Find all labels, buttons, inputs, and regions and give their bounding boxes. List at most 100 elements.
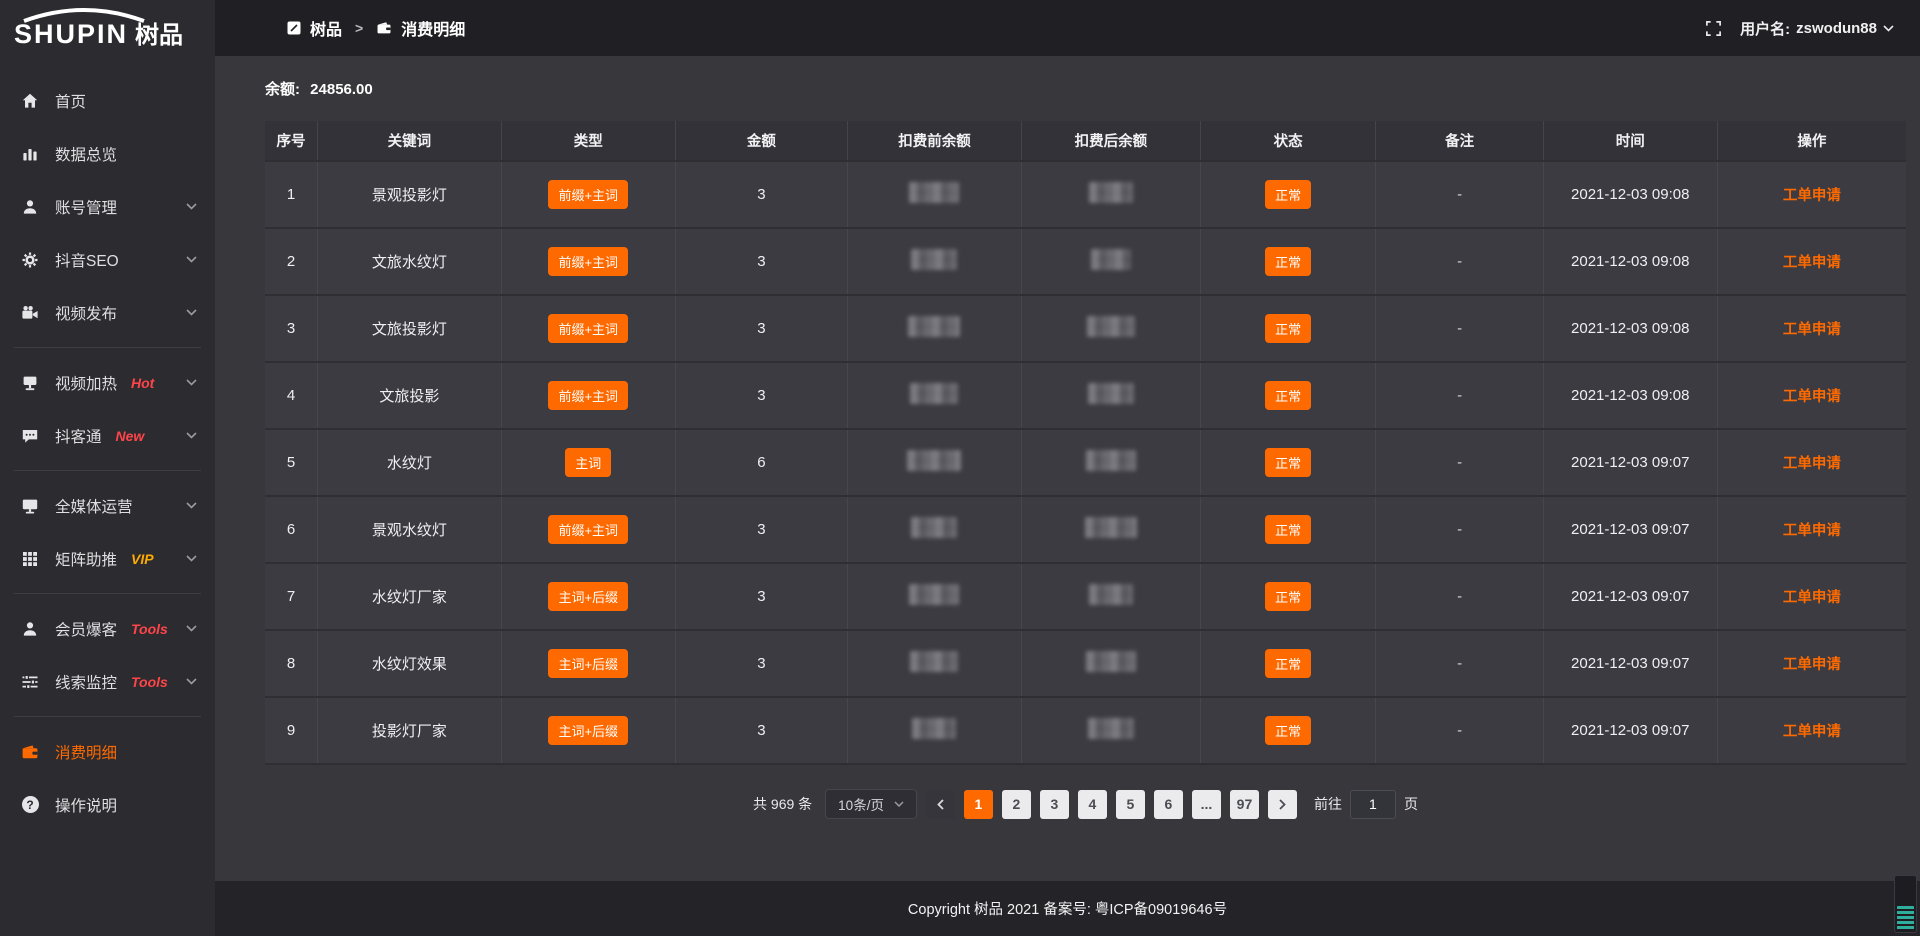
tools-tag: Tools [131, 674, 168, 690]
cell-keyword: 景观投影灯 [318, 161, 502, 228]
cell-index: 1 [265, 161, 318, 228]
breadcrumb-root[interactable]: 树品 [310, 16, 342, 40]
cell-index: 5 [265, 429, 318, 496]
sidebar-item-label: 抖音SEO [55, 249, 119, 271]
page-button-5[interactable]: 5 [1116, 790, 1145, 819]
cell-index: 6 [265, 496, 318, 563]
ticket-apply-link[interactable]: 工单申请 [1783, 590, 1841, 606]
ticket-apply-link[interactable]: 工单申请 [1783, 523, 1841, 539]
sidebar-item-account[interactable]: 账号管理 [0, 180, 215, 233]
cell-index: 7 [265, 563, 318, 630]
table-row: 8 水纹灯效果 主词+后缀 3 正常 - 2021-12-03 09:07 工单… [265, 630, 1906, 697]
breadcrumb-current: 消费明细 [401, 16, 465, 40]
page-size-value: 10条/页 [838, 794, 884, 814]
sidebar-divider [14, 716, 201, 717]
cell-amount: 3 [675, 496, 847, 563]
ticket-apply-link[interactable]: 工单申请 [1783, 456, 1841, 472]
cell-remark: - [1376, 161, 1543, 228]
page-size-select[interactable]: 10条/页 [825, 789, 917, 819]
blurred-balance-after [1091, 249, 1131, 270]
sidebar-item-douyin-seo[interactable]: 抖音SEO [0, 233, 215, 286]
goto-page-input[interactable] [1350, 790, 1396, 819]
ticket-apply-link[interactable]: 工单申请 [1783, 255, 1841, 271]
cell-time: 2021-12-03 09:07 [1543, 630, 1717, 697]
cell-remark: - [1376, 496, 1543, 563]
page-ellipsis-button[interactable]: ... [1192, 790, 1221, 819]
ticket-apply-link[interactable]: 工单申请 [1783, 657, 1841, 673]
user-menu[interactable]: 用户名: zswodun88 [1740, 18, 1894, 39]
scroll-thumb[interactable] [1897, 906, 1914, 930]
sidebar-item-consume-detail[interactable]: 消费明细 [0, 725, 215, 778]
sidebar-nav: 首页 数据总览 账号管理 抖音SEO 视频发布 视频加热 Hot [0, 58, 215, 831]
blurred-balance-before [910, 651, 958, 672]
chevron-down-icon [1883, 25, 1894, 32]
topbar-right: 用户名: zswodun88 [1705, 18, 1920, 39]
cell-amount: 3 [675, 630, 847, 697]
question-icon [20, 796, 40, 813]
cell-time: 2021-12-03 09:08 [1543, 228, 1717, 295]
chevron-down-icon [186, 502, 197, 509]
table-row: 2 文旅水纹灯 前缀+主词 3 正常 - 2021-12-03 09:08 工单… [265, 228, 1906, 295]
blurred-balance-after [1087, 316, 1135, 337]
sidebar-item-member-burst[interactable]: 会员爆客 Tools [0, 602, 215, 655]
type-badge: 前缀+主词 [548, 314, 628, 343]
ticket-apply-link[interactable]: 工单申请 [1783, 724, 1841, 740]
prev-page-button[interactable] [926, 790, 955, 819]
scroll-indicator[interactable] [1894, 875, 1917, 933]
sidebar-item-lead-monitor[interactable]: 线索监控 Tools [0, 655, 215, 708]
page-button-97[interactable]: 97 [1230, 790, 1259, 819]
page-button-1[interactable]: 1 [964, 790, 993, 819]
sidebar-item-home[interactable]: 首页 [0, 74, 215, 127]
table-row: 4 文旅投影 前缀+主词 3 正常 - 2021-12-03 09:08 工单申… [265, 362, 1906, 429]
chevron-down-icon [186, 379, 197, 386]
page-button-3[interactable]: 3 [1040, 790, 1069, 819]
sidebar-item-video-heat[interactable]: 视频加热 Hot [0, 356, 215, 409]
page-button-2[interactable]: 2 [1002, 790, 1031, 819]
blurred-balance-after [1086, 450, 1136, 471]
page-button-6[interactable]: 6 [1154, 790, 1183, 819]
fullscreen-icon[interactable] [1705, 20, 1722, 37]
page-button-4[interactable]: 4 [1078, 790, 1107, 819]
chevron-down-icon [894, 801, 904, 807]
sidebar-item-matrix-boost[interactable]: 矩阵助推 VIP [0, 532, 215, 585]
cell-time: 2021-12-03 09:07 [1543, 563, 1717, 630]
tools-tag: Tools [131, 621, 168, 637]
sidebar-item-help[interactable]: 操作说明 [0, 778, 215, 831]
col-status: 状态 [1200, 121, 1376, 161]
member-icon [20, 620, 40, 638]
cell-time: 2021-12-03 09:07 [1543, 496, 1717, 563]
cell-keyword: 文旅水纹灯 [318, 228, 502, 295]
sidebar-item-data-overview[interactable]: 数据总览 [0, 127, 215, 180]
cell-amount: 6 [675, 429, 847, 496]
topbar: 树品 > 消费明细 用户名: zswodun88 [215, 0, 1920, 56]
sidebar-item-douketong[interactable]: 抖客通 New [0, 409, 215, 462]
footer: Copyright 树品 2021 备案号: 粤ICP备09019646号 [215, 881, 1920, 936]
sidebar-item-media-operation[interactable]: 全媒体运营 [0, 479, 215, 532]
ticket-apply-link[interactable]: 工单申请 [1783, 188, 1841, 204]
type-badge: 前缀+主词 [548, 180, 628, 209]
status-badge: 正常 [1265, 448, 1311, 477]
cell-keyword: 水纹灯厂家 [318, 563, 502, 630]
ticket-apply-link[interactable]: 工单申请 [1783, 389, 1841, 405]
blurred-balance-after [1085, 517, 1137, 538]
cell-remark: - [1376, 295, 1543, 362]
next-page-button[interactable] [1268, 790, 1297, 819]
blurred-balance-after [1086, 651, 1136, 672]
user-icon [20, 198, 40, 216]
grid-icon [20, 550, 40, 568]
blurred-balance-after [1089, 182, 1133, 203]
col-action: 操作 [1717, 121, 1906, 161]
blurred-balance-before [912, 718, 956, 739]
cell-amount: 3 [675, 161, 847, 228]
status-badge: 正常 [1265, 716, 1311, 745]
cell-time: 2021-12-03 09:08 [1543, 295, 1717, 362]
breadcrumb-wallet-icon [376, 21, 392, 35]
chat-bubble-icon [20, 427, 40, 445]
goto-suffix: 页 [1404, 794, 1418, 814]
cell-amount: 3 [675, 228, 847, 295]
ticket-apply-link[interactable]: 工单申请 [1783, 322, 1841, 338]
sidebar-item-video-publish[interactable]: 视频发布 [0, 286, 215, 339]
main-column: 树品 > 消费明细 用户名: zswodun88 余额: 24856.00 [215, 0, 1920, 936]
cell-index: 8 [265, 630, 318, 697]
cell-remark: - [1376, 630, 1543, 697]
